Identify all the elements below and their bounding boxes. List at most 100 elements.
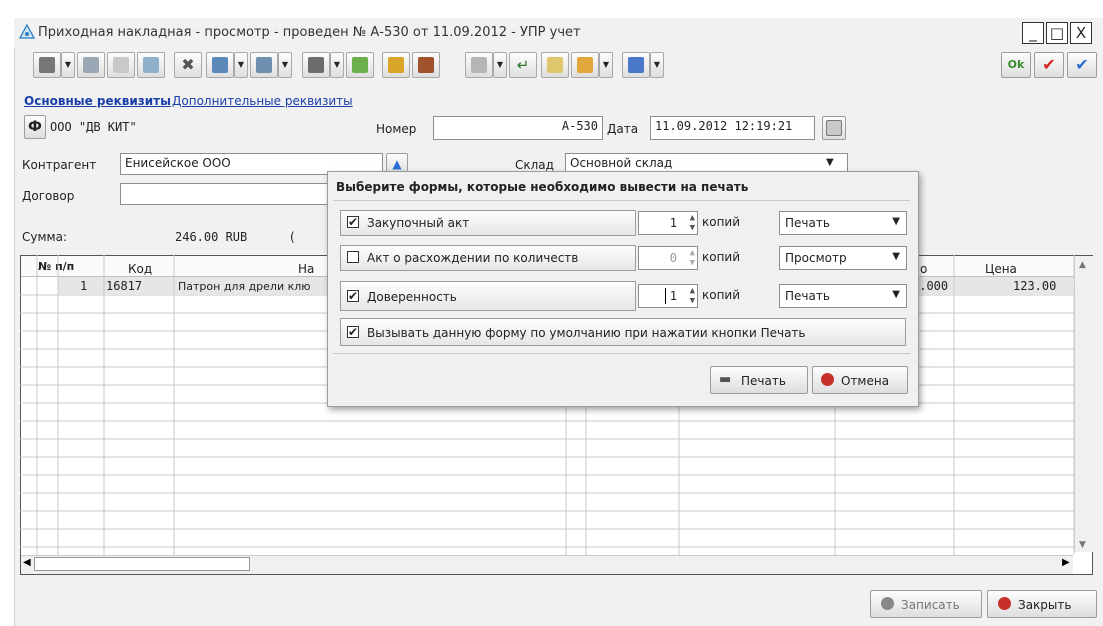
- save-button[interactable]: Записать: [870, 590, 982, 618]
- register-dropdown[interactable]: ▼: [493, 52, 507, 78]
- info-button[interactable]: [541, 52, 569, 78]
- printer-icon: [308, 57, 324, 73]
- dialog-title: Выберите формы, которые необходимо вывес…: [336, 180, 749, 194]
- book-button[interactable]: [412, 52, 440, 78]
- scroll-left-icon[interactable]: ◀: [23, 557, 31, 568]
- discrepancy-act-label: Акт о расхождении по количеств: [367, 251, 579, 265]
- chevron-down-icon: ▼: [892, 251, 900, 262]
- documents-dropdown[interactable]: ▼: [278, 52, 292, 78]
- form-row-purchase-act[interactable]: ✔ Закупочный акт: [340, 210, 636, 236]
- contract-label: Договор: [22, 189, 75, 203]
- power-of-attorney-label: Доверенность: [367, 290, 457, 304]
- number-label: Номер: [376, 122, 417, 136]
- accounts-dropdown[interactable]: ▼: [650, 52, 664, 78]
- list-button[interactable]: [77, 52, 105, 78]
- print-form-dropdown[interactable]: ▼: [61, 52, 75, 78]
- enter-arrow-icon: ↵: [516, 56, 530, 74]
- export-icon: [352, 57, 368, 73]
- close-circle-icon: [998, 597, 1011, 610]
- clipboard-icon: [39, 57, 55, 73]
- folder-dropdown[interactable]: ▼: [599, 52, 613, 78]
- register-button[interactable]: [465, 52, 493, 78]
- copy-button[interactable]: [107, 52, 135, 78]
- date-label: Дата: [607, 122, 639, 136]
- dialog-print-button[interactable]: ▬ Печать: [710, 366, 808, 394]
- ok-button[interactable]: Ok: [1001, 52, 1031, 78]
- date-field[interactable]: 11.09.2012 12:19:21: [650, 116, 815, 140]
- spinner-icon[interactable]: ▲ ▼: [690, 286, 695, 306]
- accounts-button[interactable]: [622, 52, 650, 78]
- warehouse-dropdown-icon[interactable]: ▼: [826, 157, 834, 168]
- accounts-icon: [628, 57, 644, 73]
- number-field[interactable]: А-530: [433, 116, 603, 140]
- edit-button[interactable]: [206, 52, 234, 78]
- copies-label: копий: [702, 288, 741, 302]
- printer-button[interactable]: [302, 52, 330, 78]
- spinner-icon[interactable]: ▲ ▼: [690, 248, 695, 268]
- delete-icon: ✖: [181, 55, 195, 74]
- close-window-button[interactable]: X: [1070, 22, 1092, 44]
- tab-main-requisites[interactable]: Основные реквизиты: [24, 94, 171, 108]
- print-form-button[interactable]: [33, 52, 61, 78]
- edit-dropdown[interactable]: ▼: [234, 52, 248, 78]
- sum-paren: (: [290, 230, 295, 244]
- refresh-icon: [143, 57, 159, 73]
- scroll-up-icon[interactable]: ▲: [1079, 260, 1086, 270]
- blue-check-icon: ✔: [1075, 55, 1089, 74]
- chevron-down-icon: ▼: [892, 289, 900, 300]
- dialog-divider: [333, 200, 910, 201]
- power-of-attorney-copies[interactable]: 1 ▲ ▼: [638, 284, 698, 308]
- enter-button[interactable]: ↵: [509, 52, 537, 78]
- export-button[interactable]: [346, 52, 374, 78]
- window-title: Приходная накладная - просмотр - проведе…: [38, 25, 581, 40]
- dialog-divider: [333, 353, 910, 354]
- warehouse-label: Склад: [515, 158, 554, 172]
- purchase-act-checkbox[interactable]: ✔: [347, 216, 359, 228]
- documents-button[interactable]: [250, 52, 278, 78]
- discrepancy-act-copies[interactable]: 0 ▲ ▼: [638, 246, 698, 270]
- organization-button[interactable]: Ф: [24, 115, 46, 139]
- discrepancy-act-checkbox[interactable]: [347, 251, 359, 263]
- printer-dropdown[interactable]: ▼: [330, 52, 344, 78]
- list-icon: [83, 57, 99, 73]
- dialog-cancel-button[interactable]: Отмена: [812, 366, 908, 394]
- document-icon: [19, 24, 35, 39]
- horizontal-scroll-thumb[interactable]: [34, 557, 250, 571]
- vertical-scrollbar[interactable]: [1074, 256, 1093, 552]
- refresh-button[interactable]: [137, 52, 165, 78]
- maximize-button[interactable]: □: [1046, 22, 1068, 44]
- edit-icon: [212, 57, 228, 73]
- post-close-button[interactable]: ✔: [1034, 52, 1064, 78]
- text-cursor: [665, 288, 666, 304]
- power-of-attorney-checkbox[interactable]: ✔: [347, 290, 359, 302]
- organization-name: ООО "ДВ КИТ": [50, 120, 137, 134]
- contractor-label: Контрагент: [22, 158, 97, 172]
- post-button[interactable]: ✔: [1067, 52, 1097, 78]
- calendar-button[interactable]: [822, 116, 846, 140]
- scroll-down-icon[interactable]: ▼: [1079, 540, 1086, 550]
- form-row-discrepancy-act[interactable]: Акт о расхождении по количеств: [340, 245, 636, 271]
- register-icon: [471, 57, 487, 73]
- default-form-option[interactable]: ✔ Вызывать данную форму по умолчанию при…: [340, 318, 906, 346]
- money-button[interactable]: [382, 52, 410, 78]
- tab-extra-requisites[interactable]: Дополнительные реквизиты: [172, 94, 353, 108]
- default-form-label: Вызывать данную форму по умолчанию при н…: [367, 326, 806, 340]
- power-of-attorney-mode-select[interactable]: Печать ▼: [779, 284, 907, 308]
- delete-button[interactable]: ✖: [174, 52, 202, 78]
- book-icon: [418, 57, 434, 73]
- scroll-right-icon[interactable]: ▶: [1062, 557, 1070, 568]
- calendar-icon: [826, 120, 842, 136]
- purchase-act-mode-select[interactable]: Печать ▼: [779, 211, 907, 235]
- purchase-act-copies[interactable]: 1 ▲ ▼: [638, 211, 698, 235]
- purchase-act-label: Закупочный акт: [367, 216, 470, 230]
- discrepancy-act-mode-select[interactable]: Просмотр ▼: [779, 246, 907, 270]
- chevron-down-icon: ▼: [892, 216, 900, 227]
- default-form-checkbox[interactable]: ✔: [347, 326, 359, 338]
- form-row-power-of-attorney[interactable]: ✔ Доверенность: [340, 281, 636, 311]
- documents-icon: [256, 57, 272, 73]
- spinner-icon[interactable]: ▲ ▼: [690, 213, 695, 233]
- sum-label: Сумма:: [22, 230, 67, 244]
- folder-button[interactable]: [571, 52, 599, 78]
- minimize-button[interactable]: _: [1022, 22, 1044, 44]
- close-button[interactable]: Закрыть: [987, 590, 1097, 618]
